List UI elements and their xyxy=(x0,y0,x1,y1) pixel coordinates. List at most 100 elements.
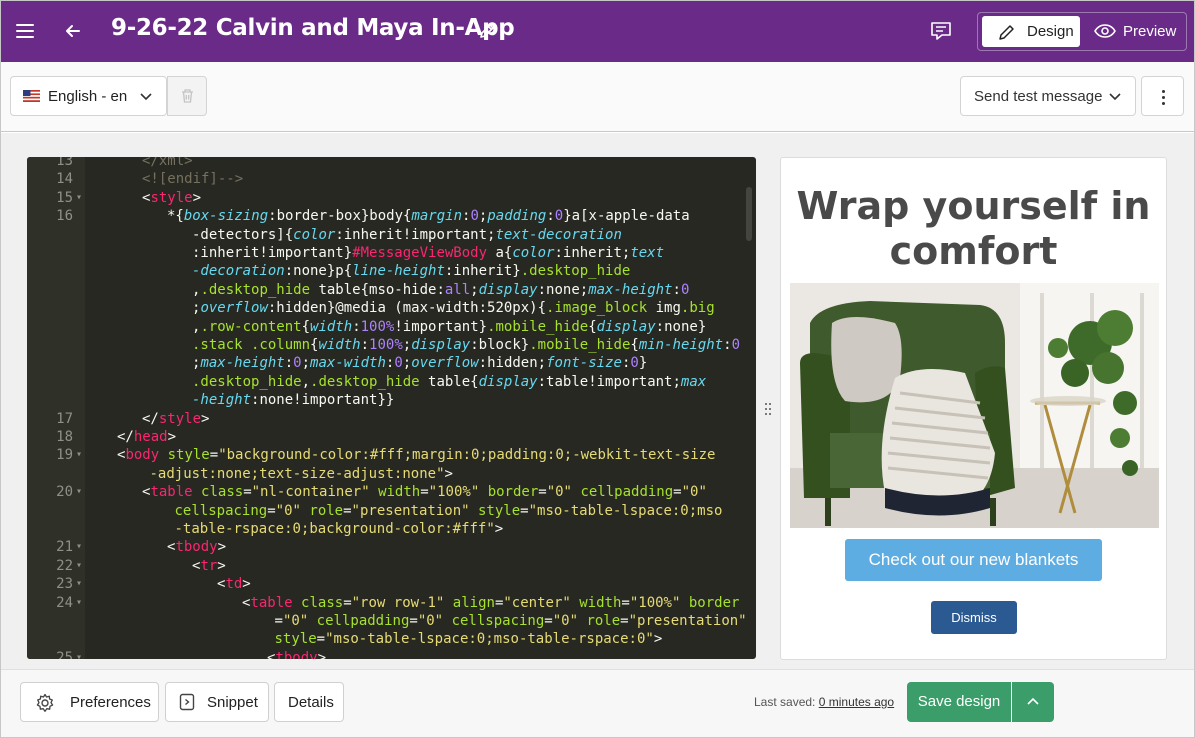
code-line: style="mso-table-lspace:0;mso-table-rspa… xyxy=(27,630,756,648)
pencil-icon xyxy=(999,25,1014,40)
code-text: cellspacing="0" role="presentation" styl… xyxy=(174,502,723,519)
details-label: Details xyxy=(288,694,334,711)
code-text: <td> xyxy=(217,576,251,593)
code-line: 19 ▾ <body style="background-color:#fff;ma… xyxy=(27,446,756,464)
us-flag-icon xyxy=(23,90,40,102)
line-number: 25 xyxy=(56,649,73,659)
code-text: .stack .column{width:100%;display:block}… xyxy=(192,337,740,353)
line-number: 14 xyxy=(56,171,73,188)
dismiss-button[interactable]: Dismiss xyxy=(931,601,1017,634)
chevron-down-icon xyxy=(140,93,152,101)
cta-button[interactable]: Check out our new blankets xyxy=(845,539,1102,581)
code-line: -table-rspace:0;background-color:#fff"> xyxy=(27,520,756,538)
chevron-down-icon xyxy=(1109,93,1121,101)
edit-pencil-icon[interactable] xyxy=(479,23,495,39)
code-text: <tr> xyxy=(192,557,226,574)
code-line: :inherit!important}#MessageViewBody a{co… xyxy=(27,244,756,262)
details-button[interactable]: Details xyxy=(274,682,344,722)
code-text: <![endif]--> xyxy=(142,171,244,188)
code-text: <table class="nl-container" width="100%"… xyxy=(142,484,707,501)
fold-arrow-icon[interactable]: ▾ xyxy=(76,483,85,501)
code-text: :inherit!important}#MessageViewBody a{co… xyxy=(192,245,665,261)
code-line: ,.desktop_hide table{mso-hide:all;displa… xyxy=(27,281,756,299)
code-text: ;overflow:hidden}@media (max-width:520px… xyxy=(192,300,715,317)
code-line: 14 <![endif]--> xyxy=(27,170,756,188)
line-number: 16 xyxy=(56,208,73,225)
code-text: ,.row-content{width:100%!important}.mobi… xyxy=(192,318,707,335)
code-line: -detectors]{color:inherit!important;text… xyxy=(27,226,756,244)
code-text: style="mso-table-lspace:0;mso-table-rspa… xyxy=(274,631,663,648)
code-line: 25 ▾ <tbody> xyxy=(27,649,756,659)
code-text: <tbody> xyxy=(267,649,327,659)
snippet-button[interactable]: Snippet xyxy=(165,682,269,722)
save-design-button[interactable]: Save design xyxy=(907,682,1011,722)
snippet-label: Snippet xyxy=(207,694,258,711)
code-line: ,.row-content{width:100%!important}.mobi… xyxy=(27,318,756,336)
gear-icon xyxy=(36,693,54,712)
code-text: ;max-height:0;max-width:0;overflow:hidde… xyxy=(192,355,648,372)
design-tab[interactable]: Design xyxy=(982,16,1080,47)
code-line: 17 </style> xyxy=(27,410,756,428)
preferences-button[interactable]: Preferences xyxy=(20,682,159,722)
line-number: 23 xyxy=(56,576,73,593)
code-text: .desktop_hide,.desktop_hide table{displa… xyxy=(192,373,707,390)
code-line: 24 ▾ <table class="row row-1" align="cente… xyxy=(27,594,756,612)
top-header: 9-26-22 Calvin and Maya In-App Design Pr… xyxy=(1,1,1194,62)
code-line: ;max-height:0;max-width:0;overflow:hidde… xyxy=(27,354,756,372)
back-arrow-icon[interactable] xyxy=(63,21,83,41)
code-text: <style> xyxy=(142,189,202,206)
code-text: </head> xyxy=(117,429,177,445)
code-text: <tbody> xyxy=(167,539,227,556)
fold-arrow-icon[interactable]: ▾ xyxy=(76,594,85,612)
send-test-message-dropdown[interactable]: Send test message xyxy=(960,76,1136,116)
code-line: -height:none!important}} xyxy=(27,391,756,409)
fold-arrow-icon[interactable]: ▾ xyxy=(76,557,85,575)
menu-icon[interactable] xyxy=(16,23,34,39)
line-number: 13 xyxy=(56,157,73,169)
code-line: .stack .column{width:100%;display:block}… xyxy=(27,336,756,354)
line-number: 20 xyxy=(56,484,73,501)
code-text: -adjust:none;text-size-adjust:none"> xyxy=(149,465,453,482)
save-options-button[interactable] xyxy=(1012,682,1054,722)
fold-arrow-icon[interactable]: ▾ xyxy=(76,649,85,659)
fold-arrow-icon[interactable]: ▾ xyxy=(76,575,85,593)
code-editor[interactable]: 13 </xml> 14 <![endif]--> 15 ▾ <style> 16 *{box-… xyxy=(27,157,756,659)
line-number: 24 xyxy=(56,594,73,611)
fold-arrow-icon[interactable]: ▾ xyxy=(76,189,85,207)
line-number: 18 xyxy=(56,429,73,445)
fold-arrow-icon[interactable]: ▾ xyxy=(76,446,85,464)
line-number: 21 xyxy=(56,539,73,556)
more-options-button[interactable] xyxy=(1141,76,1184,116)
preview-tab[interactable]: Preview xyxy=(1088,16,1184,47)
preview-tab-label: Preview xyxy=(1123,23,1177,40)
code-text: </style> xyxy=(142,410,210,427)
code-line: 15 ▾ <style> xyxy=(27,189,756,207)
delete-language-button[interactable] xyxy=(167,76,207,116)
code-line: .desktop_hide,.desktop_hide table{displa… xyxy=(27,373,756,391)
code-lines: 13 </xml> 14 <![endif]--> 15 ▾ <style> 16 *{box-… xyxy=(27,157,756,659)
code-line: 13 </xml> xyxy=(27,157,756,170)
code-line: 21 ▾ <tbody> xyxy=(27,538,756,556)
page-title: 9-26-22 Calvin and Maya In-App xyxy=(111,15,515,41)
preferences-label: Preferences xyxy=(70,694,151,711)
language-label: English - en xyxy=(48,88,128,105)
code-line: ;overflow:hidden}@media (max-width:520px… xyxy=(27,299,756,317)
last-saved-time[interactable]: 0 minutes ago xyxy=(819,695,894,709)
app-window: 9-26-22 Calvin and Maya In-App Design Pr… xyxy=(0,0,1195,738)
comments-icon[interactable] xyxy=(930,21,952,41)
line-number: 22 xyxy=(56,557,73,574)
code-line: 18 </head> xyxy=(27,428,756,446)
resize-handle-icon[interactable] xyxy=(763,401,773,417)
code-line: -decoration:none}p{line-height:inherit}.… xyxy=(27,262,756,280)
editor-scrollbar[interactable] xyxy=(746,187,752,241)
code-text: -detectors]{color:inherit!important;text… xyxy=(192,226,622,243)
message-preview: Wrap yourself in comfort Check out our n… xyxy=(780,157,1167,660)
fold-arrow-icon[interactable]: ▾ xyxy=(76,538,85,556)
line-number: 19 xyxy=(56,447,73,464)
main-workspace: 13 </xml> 14 <![endif]--> 15 ▾ <style> 16 *{box-… xyxy=(1,133,1194,669)
code-line: 22 ▾ <tr> xyxy=(27,557,756,575)
footer-bar: Preferences Snippet Details Last saved: … xyxy=(1,669,1194,737)
editor-toolbar: English - en Send test message xyxy=(1,62,1194,132)
preview-heading: Wrap yourself in comfort xyxy=(796,184,1151,273)
language-select[interactable]: English - en xyxy=(10,76,167,116)
